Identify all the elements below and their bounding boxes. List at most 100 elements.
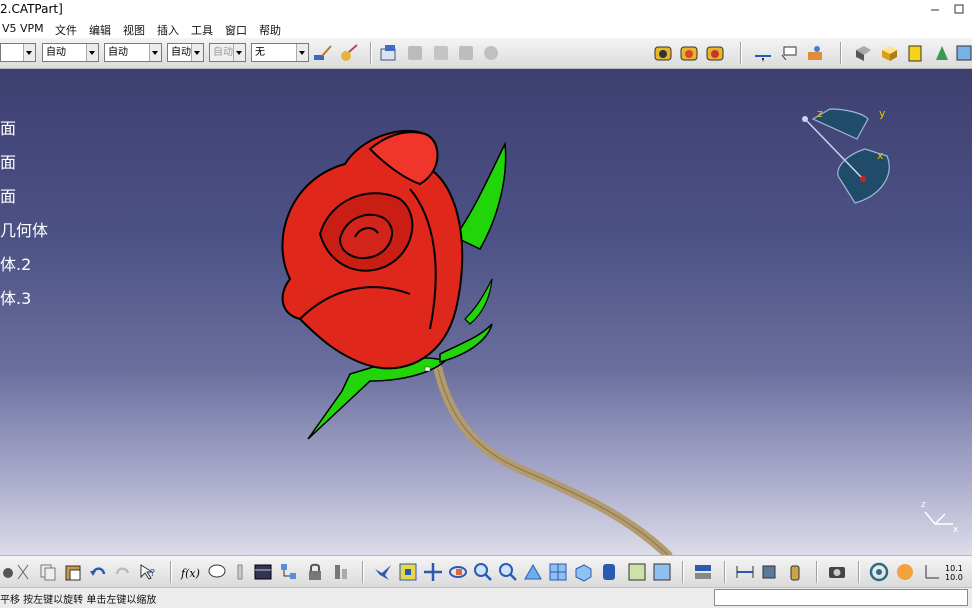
measure-flag-icon[interactable] [778,42,800,64]
gray-tool-4-icon[interactable] [480,42,502,64]
rotate-icon[interactable] [447,561,469,583]
combo-value: 自动 [46,47,66,58]
paste-icon[interactable] [62,561,84,583]
swap-space-icon[interactable] [651,561,673,583]
graphic-properties-icon[interactable] [338,42,360,64]
combo-transparency[interactable]: 自动 [104,43,162,62]
menu-tools[interactable]: 工具 [191,22,213,38]
separator [816,561,818,583]
iso-view-icon[interactable] [572,561,594,583]
zoom-out-icon[interactable] [497,561,519,583]
combo-line-color[interactable]: 自动 [42,43,99,62]
compass-label-x: x [877,149,884,162]
triad-z [924,511,936,525]
analysis-icon[interactable] [692,561,714,583]
painter-brush-icon[interactable] [312,42,334,64]
gray-tool-3-icon[interactable] [455,42,477,64]
gray-tool-2-icon[interactable] [430,42,452,64]
shading-icon[interactable] [598,561,620,583]
hand-icon[interactable] [894,561,916,583]
compass[interactable]: z y x [795,101,900,211]
window-title: 2.CATPart] [0,2,63,16]
undo-icon[interactable] [87,561,109,583]
spiral-icon[interactable] [868,561,890,583]
tree-item[interactable]: 面 [0,183,16,207]
separator [858,561,860,583]
lock-icon[interactable] [304,561,326,583]
separator [362,561,364,583]
decimal-icon-text: 10.1 [945,564,963,573]
zoom-in-icon[interactable] [472,561,494,583]
axis-system-icon[interactable] [330,561,352,583]
minimize-icon[interactable] [922,0,948,19]
tree-item[interactable]: 体.2 [0,251,31,275]
measure-item-icon[interactable] [759,561,781,583]
capture-icon[interactable] [826,561,848,583]
hide-show-icon[interactable] [626,561,648,583]
render-green-icon[interactable] [930,42,952,64]
menu-edit[interactable]: 编辑 [89,22,111,38]
decimal-display-icon[interactable]: 10.110.0 [945,561,971,583]
command-input[interactable] [714,589,968,606]
combo-layer[interactable]: 无 [251,43,309,62]
axis-tool-icon[interactable] [920,561,942,583]
normal-view-icon[interactable] [522,561,544,583]
menu-view[interactable]: 视图 [123,22,145,38]
pan-icon[interactable] [422,561,444,583]
separator [740,42,742,64]
sketcher-tools-icon[interactable] [378,42,400,64]
leaf-left [307,357,447,440]
measure-between-icon[interactable] [734,561,756,583]
combo-value: 自动 [108,47,128,58]
tree-expand-icon[interactable] [278,561,300,583]
combo-line-width[interactable]: 自动 [167,43,204,62]
catalog-red-icon[interactable] [678,42,700,64]
menu-v5vpm[interactable]: V5 VPM [2,22,44,35]
mass-icon[interactable] [784,561,806,583]
catalog-camera-icon[interactable] [652,42,674,64]
fit-all-icon[interactable] [397,561,419,583]
combo-value: 自动 [213,47,233,58]
3d-viewport[interactable]: 面 面 面 几何体 体.2 体.3 z y x z x [0,69,972,555]
multi-view-icon[interactable] [547,561,569,583]
tree-item[interactable]: 几何体 [0,217,48,241]
combo-fill-color[interactable] [0,43,36,62]
axis-triad: z x [921,500,959,534]
whats-this-icon[interactable]: ? [137,561,159,583]
comment-icon[interactable] [206,561,228,583]
formula-icon[interactable]: f(x) [180,561,202,583]
menu-insert[interactable]: 插入 [157,22,179,38]
menu-file[interactable]: 文件 [55,22,77,38]
fly-mode-icon[interactable] [372,561,394,583]
menu-help[interactable]: 帮助 [259,22,281,38]
render-yellow-icon[interactable] [904,42,926,64]
rose-model[interactable] [260,119,720,555]
status-bar: 平移 按左键以旋转 单击左键以缩放 [0,587,972,608]
compass-origin [860,176,866,182]
cut-icon[interactable] [12,561,34,583]
render-cube-icon[interactable] [878,42,900,64]
maximize-icon[interactable] [946,0,972,19]
tree-item[interactable]: 体.3 [0,285,31,309]
triad-label-x: x [953,525,959,534]
knowledge-icon[interactable] [229,561,251,583]
catalog-color-icon[interactable] [704,42,726,64]
menu-window[interactable]: 窗口 [225,22,247,38]
tree-item[interactable]: 面 [0,115,16,139]
compass-label-y: y [879,107,886,120]
render-shading-icon[interactable] [852,42,874,64]
formula-icon-text: f(x) [180,567,200,580]
copy-icon[interactable] [37,561,59,583]
render-blue-icon[interactable] [953,42,972,64]
gray-tool-1-icon[interactable] [404,42,426,64]
triad-y [934,513,946,525]
triad-label-z: z [921,500,926,510]
compass-handle[interactable] [802,116,808,122]
redo-icon[interactable] [112,561,134,583]
measure-inertia-icon[interactable] [804,42,826,64]
separator [170,561,172,583]
tree-item[interactable]: 面 [0,149,16,173]
measure-text-icon[interactable] [752,42,774,64]
table-icon[interactable] [252,561,274,583]
combo-line-type[interactable]: 自动 [209,43,246,62]
